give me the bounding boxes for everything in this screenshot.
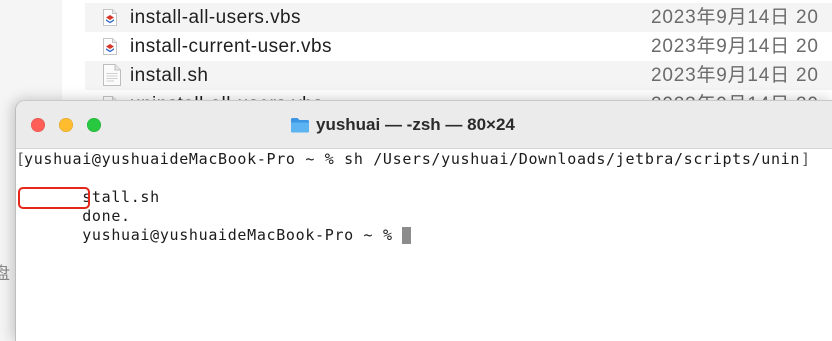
file-name: install-all-users.vbs	[130, 7, 301, 28]
file-name: install-current-user.vbs	[130, 36, 332, 57]
red-highlight-box	[18, 187, 90, 209]
window-title: yushuai — -zsh — 80×24	[290, 114, 515, 136]
minimize-button[interactable]	[59, 118, 73, 132]
file-date-modified: 2023年9月14日 20	[651, 65, 819, 86]
shell-script-icon	[103, 64, 121, 86]
vbs-script-icon	[103, 38, 117, 55]
folder-icon	[290, 117, 310, 133]
shell-prompt: yushuai@yushuaideMacBook-Pro ~ %	[82, 226, 403, 244]
file-row[interactable]: install-all-users.vbs 2023年9月14日 20	[85, 3, 832, 32]
terminal-window: yushuai — -zsh — 80×24 [ yushuai@yushuai…	[15, 100, 832, 341]
terminal-prompt-line: yushuai@yushuaideMacBook-Pro ~ %	[24, 207, 412, 244]
close-button[interactable]	[31, 118, 45, 132]
file-row[interactable]: install-current-user.vbs 2023年9月14日 20	[85, 32, 832, 61]
terminal-title-bar[interactable]: yushuai — -zsh — 80×24	[16, 101, 832, 149]
terminal-line: stall.sh	[24, 169, 160, 206]
zoom-button[interactable]	[87, 118, 101, 132]
file-row[interactable]: install.sh 2023年9月14日 20	[85, 61, 832, 90]
window-title-text: yushuai — -zsh — 80×24	[316, 115, 515, 134]
vbs-script-icon	[103, 9, 117, 26]
terminal-cursor	[402, 227, 412, 244]
terminal-line-text: yushuai@yushuaideMacBook-Pro ~ % sh /Use…	[24, 150, 801, 168]
file-date-modified: 2023年9月14日 20	[651, 36, 819, 57]
sidebar-item-label[interactable]: 盘	[0, 259, 10, 284]
file-date-modified: 2023年9月14日 20	[651, 7, 819, 28]
file-name: install.sh	[130, 65, 209, 86]
command-mark-close: ]	[801, 150, 811, 168]
terminal-line: [ yushuai@yushuaideMacBook-Pro ~ % sh /U…	[16, 150, 816, 169]
terminal-content[interactable]: [ yushuai@yushuaideMacBook-Pro ~ % sh /U…	[16, 149, 832, 341]
